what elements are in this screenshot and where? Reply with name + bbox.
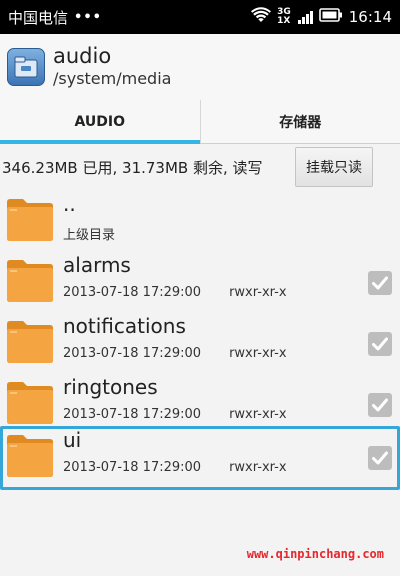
file-meta: 2013-07-18 17:29:00 rwxr-xr-x xyxy=(63,460,287,475)
file-name: ui xyxy=(63,428,82,452)
file-name: alarms xyxy=(63,253,131,277)
clock: 16:14 xyxy=(348,8,392,26)
mount-readonly-button[interactable]: 挂载只读 xyxy=(295,147,373,187)
storage-usage-text: 346.23MB 已用, 31.73MB 剩余, 读写 xyxy=(2,158,263,177)
folder-icon xyxy=(5,432,55,482)
folder-title: audio xyxy=(53,44,112,68)
check-icon xyxy=(372,337,388,351)
file-permissions: rwxr-xr-x xyxy=(229,460,287,475)
file-name: ringtones xyxy=(63,375,158,399)
file-name: .. xyxy=(63,192,76,216)
folder-icon xyxy=(5,196,55,246)
list-item-ui[interactable]: ui 2013-07-18 17:29:00 rwxr-xr-x xyxy=(0,426,400,490)
check-icon xyxy=(372,398,388,412)
status-bar: 中国电信 ••• 3G 1X 16:14 xyxy=(0,0,400,34)
folder-icon xyxy=(5,379,55,429)
check-icon xyxy=(372,451,388,465)
wifi-icon xyxy=(251,7,272,27)
file-name: notifications xyxy=(63,314,186,338)
file-meta: 上级目录 xyxy=(63,228,116,243)
watermark: www.qinpinchang.com xyxy=(246,547,384,561)
tab-storage[interactable]: 存储器 xyxy=(199,100,400,144)
notification-dots: ••• xyxy=(74,9,102,25)
file-meta: 2013-07-18 17:29:00 rwxr-xr-x xyxy=(63,407,287,422)
file-manager-app-icon[interactable] xyxy=(7,48,45,86)
select-checkbox[interactable] xyxy=(368,446,392,470)
tab-bar: AUDIO 存储器 xyxy=(0,100,400,144)
select-checkbox[interactable] xyxy=(368,271,392,295)
file-date: 2013-07-18 17:29:00 xyxy=(63,407,202,422)
network-bottom-label: 1X xyxy=(277,16,291,26)
battery-icon xyxy=(318,8,343,26)
folder-icon xyxy=(5,318,55,368)
list-item-notifications[interactable]: notifications 2013-07-18 17:29:00 rwxr-xr… xyxy=(0,312,400,372)
folder-path: /system/media xyxy=(53,69,172,88)
file-permissions: rwxr-xr-x xyxy=(229,407,287,422)
file-meta: 2013-07-18 17:29:00 rwxr-xr-x xyxy=(63,285,287,300)
file-permissions: rwxr-xr-x xyxy=(229,285,287,300)
tab-audio[interactable]: AUDIO xyxy=(0,100,200,144)
file-date: 2013-07-18 17:29:00 xyxy=(63,285,202,300)
file-permissions: rwxr-xr-x xyxy=(229,346,287,361)
app-header: audio /system/media xyxy=(0,34,400,100)
folder-icon xyxy=(5,257,55,307)
check-icon xyxy=(372,276,388,290)
list-item-alarms[interactable]: alarms 2013-07-18 17:29:00 rwxr-xr-x xyxy=(0,251,400,311)
signal-icon xyxy=(297,10,313,24)
select-checkbox[interactable] xyxy=(368,332,392,356)
file-date: 2013-07-18 17:29:00 xyxy=(63,346,202,361)
storage-info-bar: 346.23MB 已用, 31.73MB 剩余, 读写 挂载只读 xyxy=(0,144,400,190)
file-meta: 2013-07-18 17:29:00 rwxr-xr-x xyxy=(63,346,287,361)
carrier-label: 中国电信 xyxy=(8,8,69,27)
select-checkbox[interactable] xyxy=(368,393,392,417)
network-type: 3G 1X xyxy=(277,8,291,26)
list-item-parent[interactable]: .. 上级目录 xyxy=(0,190,400,250)
list-item-ringtones[interactable]: ringtones 2013-07-18 17:29:00 rwxr-xr-x xyxy=(0,373,400,433)
file-date: 2013-07-18 17:29:00 xyxy=(63,460,202,475)
